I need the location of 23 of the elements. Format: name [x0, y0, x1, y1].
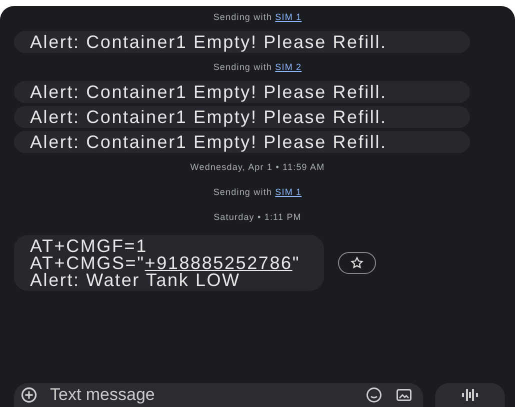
sim-link[interactable]: SIM 1: [275, 187, 302, 197]
message-input[interactable]: Text message: [50, 385, 353, 405]
voice-button[interactable]: [435, 383, 505, 407]
star-button[interactable]: [338, 252, 376, 274]
sim-link[interactable]: SIM 2: [275, 62, 302, 72]
message-bubble[interactable]: Alert: Container1 Empty! Please Refill.: [14, 106, 470, 128]
image-icon[interactable]: [395, 386, 413, 404]
message-field[interactable]: Text message: [14, 383, 423, 407]
sending-label: Sending with SIM 1: [213, 187, 302, 197]
message-bubble[interactable]: Alert: Container1 Empty! Please Refill.: [14, 31, 470, 53]
voice-icon: [461, 387, 479, 403]
message-bubble[interactable]: Alert: Container1 Empty! Please Refill.: [14, 131, 470, 153]
message-bubble[interactable]: Alert: Container1 Empty! Please Refill.: [14, 81, 470, 103]
sending-label: Sending with SIM 1: [213, 12, 302, 22]
sending-label: Sending with SIM 2: [213, 62, 302, 72]
sim-link[interactable]: SIM 1: [275, 12, 302, 22]
star-icon: [350, 256, 364, 270]
timestamp: Saturday • 1:11 PM: [214, 212, 302, 222]
timestamp: Wednesday, Apr 1 • 11:59 AM: [190, 162, 325, 172]
phone-link[interactable]: +918885252786: [144, 253, 292, 273]
add-icon[interactable]: [20, 386, 38, 404]
message-bubble[interactable]: AT+CMGF=1 AT+CMGS="+918885252786" Alert: Water Tank LOW: [14, 235, 324, 291]
emoji-icon[interactable]: [365, 386, 383, 404]
